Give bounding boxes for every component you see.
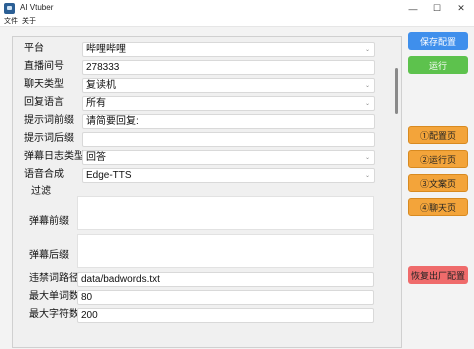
chat-type-select[interactable]: 复读机 ⌄ [82, 78, 375, 93]
run-page-button[interactable]: ②运行页 [408, 150, 468, 168]
chat-type-value: 复读机 [86, 80, 116, 91]
factory-reset-button[interactable]: 恢复出厂配置 [408, 266, 468, 284]
menu-file[interactable]: 文件 [4, 17, 18, 26]
vertical-scrollbar[interactable] [395, 68, 398, 114]
danmaku-suffix-label: 弹幕后缀 [29, 250, 69, 261]
save-config-button[interactable]: 保存配置 [408, 32, 468, 50]
prompt-suffix-label: 提示词后缀 [24, 133, 74, 144]
prompt-prefix-label: 提示词前缀 [24, 115, 74, 126]
chevron-down-icon: ⌄ [364, 173, 370, 179]
danmaku-prefix-textarea[interactable] [77, 196, 374, 230]
chat-type-label: 聊天类型 [24, 79, 64, 90]
app-icon [4, 3, 15, 14]
title-bar: AI Vtuber — ☐ ✕ [0, 0, 474, 17]
filter-group-title: 过滤 [31, 186, 51, 197]
menu-bar: 文件 关于 [0, 17, 474, 27]
platform-select[interactable]: 哔哩哔哩 ⌄ [82, 42, 375, 57]
danmaku-log-type-label: 弹幕日志类型 [24, 151, 84, 162]
badwords-label: 违禁词路径 [29, 273, 79, 284]
chat-page-button[interactable]: ④聊天页 [408, 198, 468, 216]
config-page-button[interactable]: ①配置页 [408, 126, 468, 144]
platform-label: 平台 [24, 43, 44, 54]
chevron-down-icon: ⌄ [364, 155, 370, 161]
reply-lang-label: 回复语言 [24, 97, 64, 108]
close-button[interactable]: ✕ [450, 0, 472, 17]
window-title: AI Vtuber [20, 3, 54, 12]
room-input[interactable]: 278333 [82, 60, 375, 75]
max-words-input[interactable]: 80 [77, 290, 374, 305]
prompt-suffix-input[interactable] [82, 132, 375, 147]
run-button[interactable]: 运行 [408, 56, 468, 74]
config-panel: 平台 哔哩哔哩 ⌄ 直播间号 278333 聊天类型 复读机 ⌄ 回复语言 所有… [12, 36, 402, 348]
chevron-down-icon: ⌄ [364, 47, 370, 53]
room-label: 直播间号 [24, 61, 64, 72]
tts-label: 语音合成 [24, 169, 64, 180]
prompt-prefix-input[interactable]: 请简要回复: [82, 114, 375, 129]
max-chars-label: 最大字符数 [29, 309, 79, 320]
reply-lang-value: 所有 [86, 98, 106, 109]
reply-lang-select[interactable]: 所有 ⌄ [82, 96, 375, 111]
max-chars-input[interactable]: 200 [77, 308, 374, 323]
max-words-label: 最大单词数 [29, 291, 79, 302]
chevron-down-icon: ⌄ [364, 101, 370, 107]
maximize-button[interactable]: ☐ [426, 0, 448, 17]
minimize-button[interactable]: — [402, 0, 424, 17]
tts-select[interactable]: Edge-TTS ⌄ [82, 168, 375, 183]
danmaku-suffix-textarea[interactable] [77, 234, 374, 268]
platform-value: 哔哩哔哩 [86, 44, 126, 55]
danmaku-log-type-select[interactable]: 回答 ⌄ [82, 150, 375, 165]
menu-about[interactable]: 关于 [22, 17, 36, 26]
badwords-input[interactable]: data/badwords.txt [77, 272, 374, 287]
copy-page-button[interactable]: ③文案页 [408, 174, 468, 192]
tts-value: Edge-TTS [86, 170, 132, 181]
chevron-down-icon: ⌄ [364, 83, 370, 89]
danmaku-prefix-label: 弹幕前缀 [29, 216, 69, 227]
danmaku-log-type-value: 回答 [86, 152, 106, 163]
